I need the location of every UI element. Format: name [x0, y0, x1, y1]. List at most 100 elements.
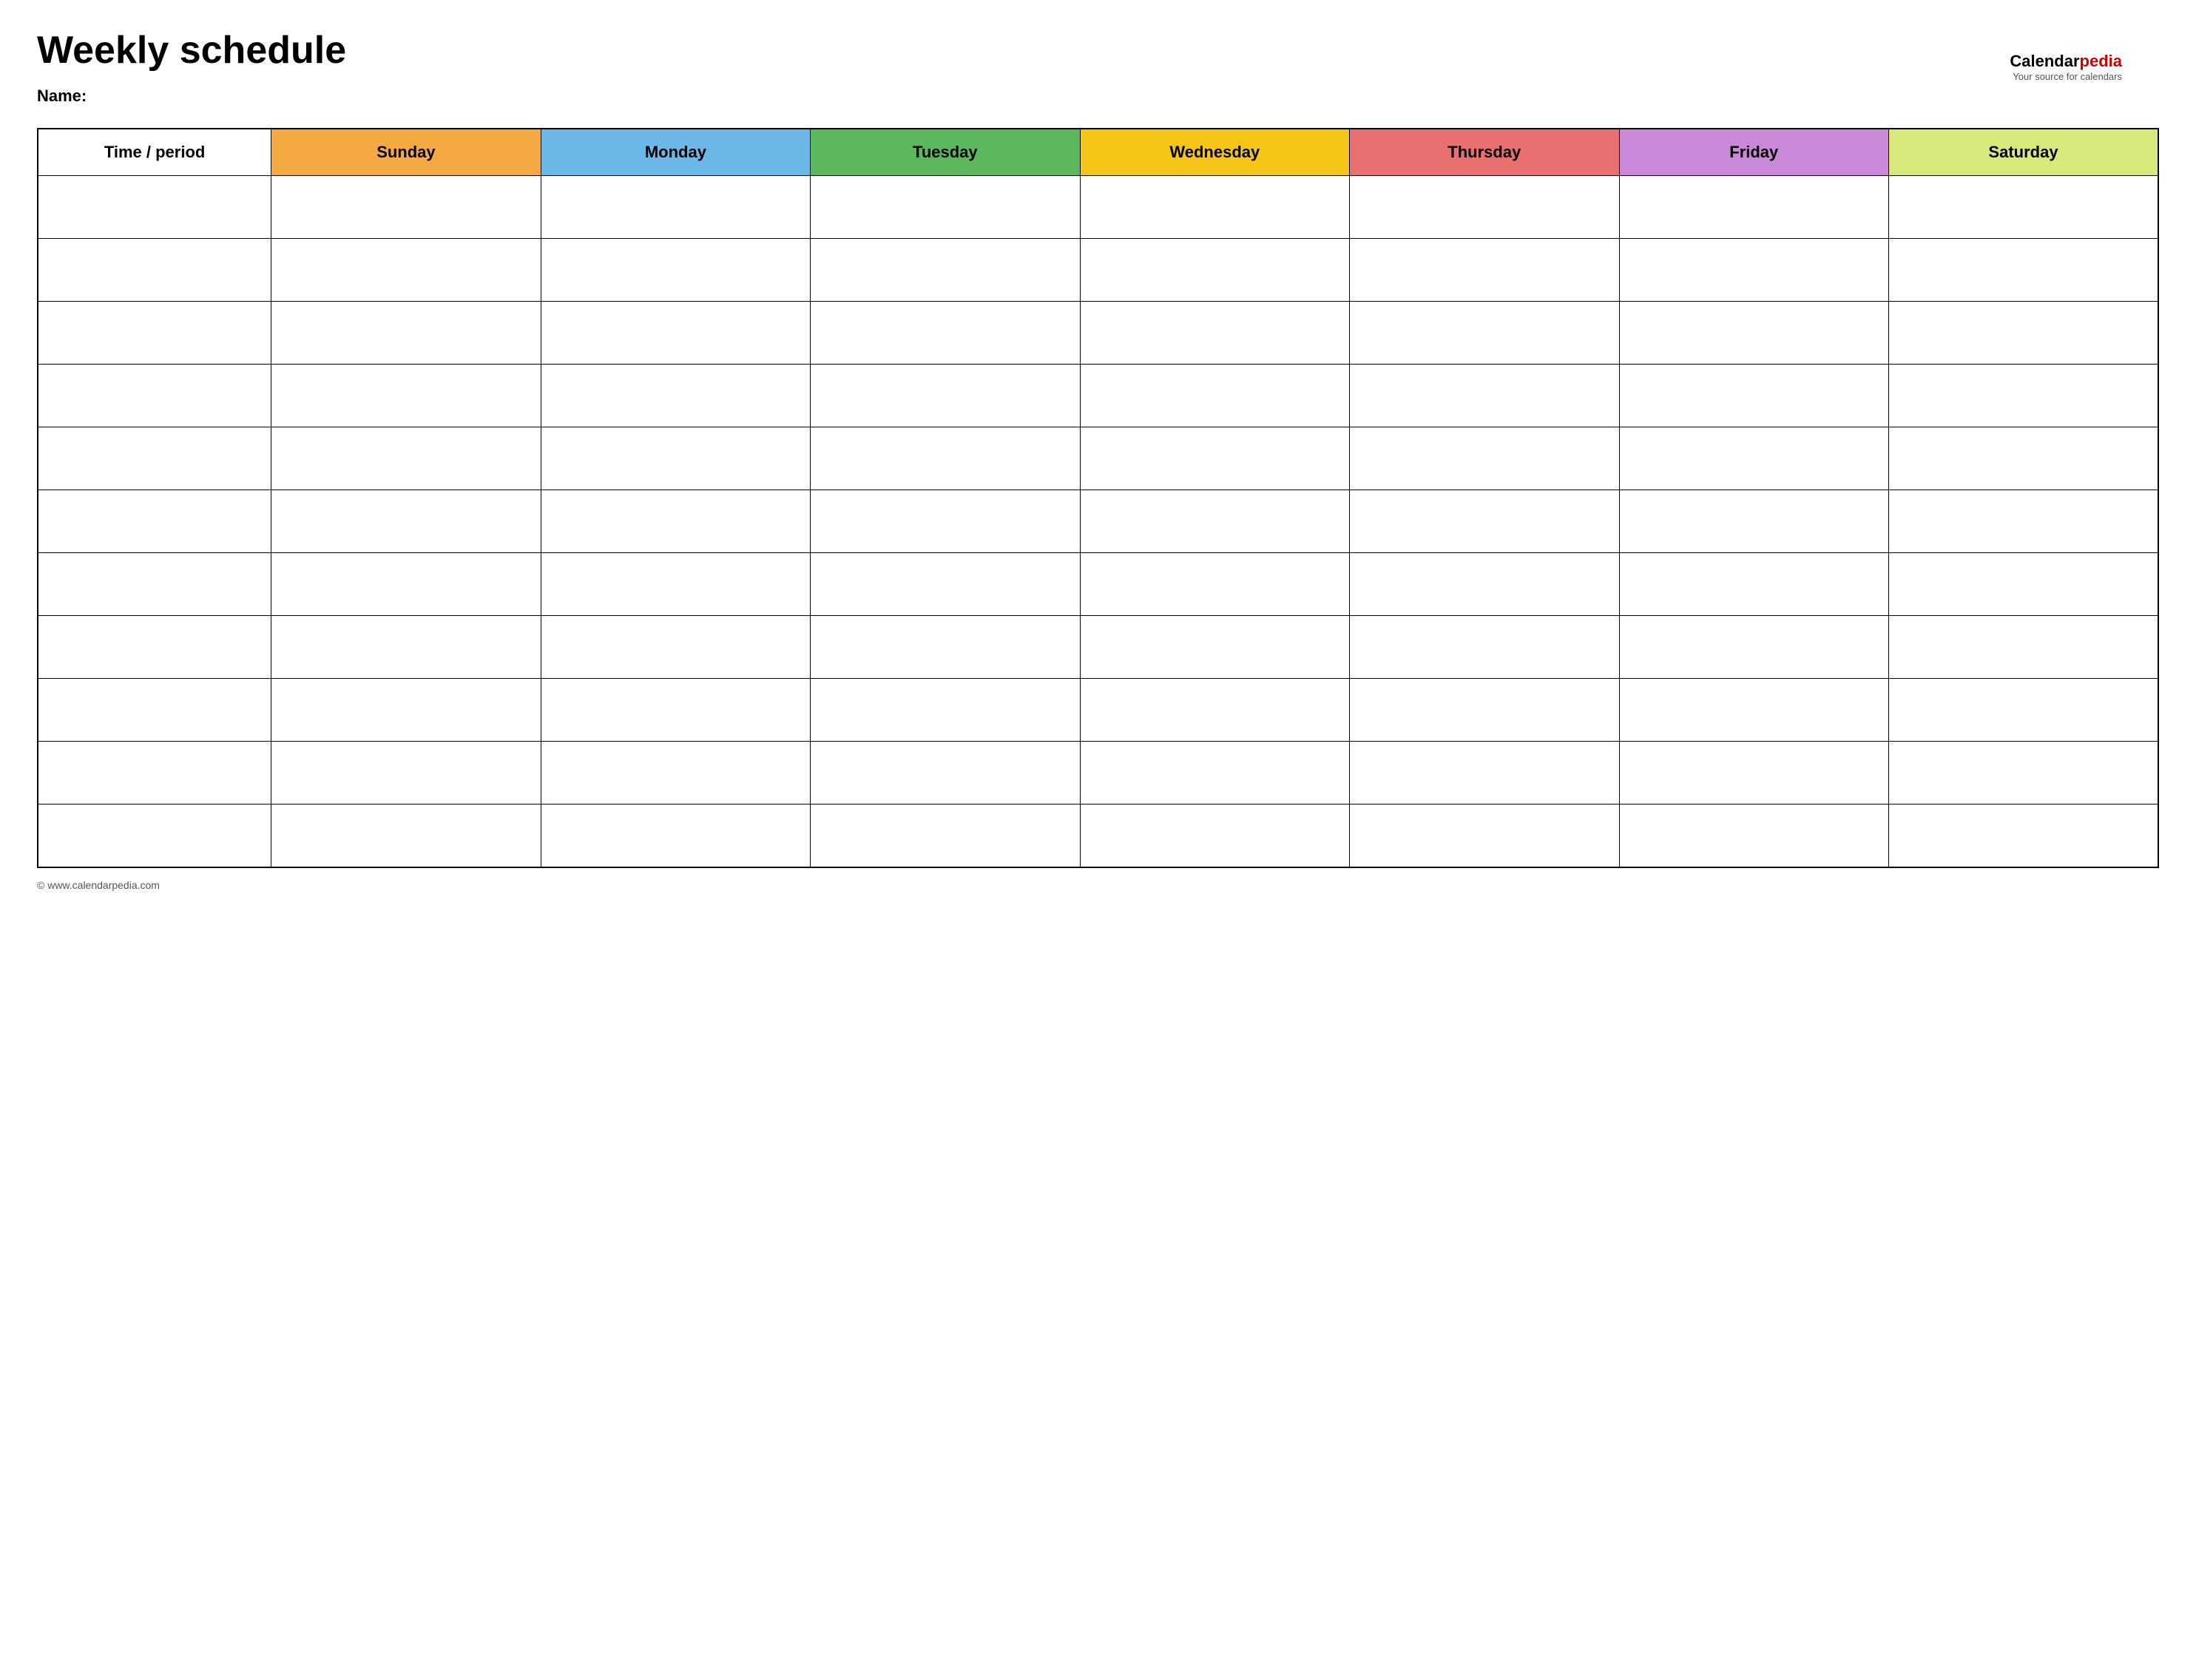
- schedule-table: Time / period Sunday Monday Tuesday Wedn…: [37, 128, 2159, 868]
- table-cell[interactable]: [1350, 302, 1619, 365]
- table-cell[interactable]: [1080, 427, 1349, 490]
- table-cell[interactable]: [1889, 553, 2159, 616]
- header-sunday: Sunday: [271, 129, 541, 176]
- page-title: Weekly schedule: [37, 30, 2159, 72]
- table-cell[interactable]: [38, 616, 271, 679]
- table-cell[interactable]: [1080, 553, 1349, 616]
- header-thursday: Thursday: [1350, 129, 1619, 176]
- table-cell[interactable]: [1889, 365, 2159, 427]
- table-cell[interactable]: [1080, 742, 1349, 805]
- table-cell[interactable]: [271, 365, 541, 427]
- table-cell[interactable]: [1350, 365, 1619, 427]
- table-cell[interactable]: [1350, 805, 1619, 867]
- table-cell[interactable]: [1619, 742, 1888, 805]
- table-cell[interactable]: [1619, 302, 1888, 365]
- table-cell[interactable]: [271, 490, 541, 553]
- table-cell[interactable]: [541, 553, 810, 616]
- table-cell[interactable]: [811, 302, 1080, 365]
- table-cell[interactable]: [1619, 805, 1888, 867]
- table-cell[interactable]: [1080, 679, 1349, 742]
- table-cell[interactable]: [541, 679, 810, 742]
- table-header-row: Time / period Sunday Monday Tuesday Wedn…: [38, 129, 2158, 176]
- table-cell[interactable]: [811, 742, 1080, 805]
- table-cell[interactable]: [541, 805, 810, 867]
- table-cell[interactable]: [38, 239, 271, 302]
- table-cell[interactable]: [38, 302, 271, 365]
- table-cell[interactable]: [811, 679, 1080, 742]
- table-cell[interactable]: [811, 490, 1080, 553]
- table-cell[interactable]: [1889, 805, 2159, 867]
- table-cell[interactable]: [1080, 302, 1349, 365]
- table-cell[interactable]: [1619, 490, 1888, 553]
- table-cell[interactable]: [38, 679, 271, 742]
- table-cell[interactable]: [811, 239, 1080, 302]
- table-cell[interactable]: [1889, 679, 2159, 742]
- table-cell[interactable]: [271, 742, 541, 805]
- table-cell[interactable]: [1080, 176, 1349, 239]
- table-cell[interactable]: [811, 553, 1080, 616]
- table-cell[interactable]: [1350, 616, 1619, 679]
- table-cell[interactable]: [1350, 553, 1619, 616]
- table-cell[interactable]: [1350, 427, 1619, 490]
- table-cell[interactable]: [541, 490, 810, 553]
- table-cell[interactable]: [1889, 616, 2159, 679]
- table-cell[interactable]: [1080, 365, 1349, 427]
- table-cell[interactable]: [38, 427, 271, 490]
- table-cell[interactable]: [1889, 742, 2159, 805]
- table-cell[interactable]: [271, 805, 541, 867]
- table-cell[interactable]: [271, 553, 541, 616]
- table-cell[interactable]: [1619, 239, 1888, 302]
- table-cell[interactable]: [541, 427, 810, 490]
- table-cell[interactable]: [271, 427, 541, 490]
- table-cell[interactable]: [541, 239, 810, 302]
- table-cell[interactable]: [271, 239, 541, 302]
- table-cell[interactable]: [1080, 490, 1349, 553]
- table-cell[interactable]: [1350, 176, 1619, 239]
- table-cell[interactable]: [271, 302, 541, 365]
- table-row: [38, 176, 2158, 239]
- table-cell[interactable]: [1350, 490, 1619, 553]
- table-cell[interactable]: [541, 176, 810, 239]
- table-cell[interactable]: [1889, 490, 2159, 553]
- table-cell[interactable]: [541, 365, 810, 427]
- table-cell[interactable]: [1619, 679, 1888, 742]
- table-cell[interactable]: [1619, 176, 1888, 239]
- table-cell[interactable]: [271, 616, 541, 679]
- table-cell[interactable]: [811, 427, 1080, 490]
- table-cell[interactable]: [1889, 239, 2159, 302]
- table-cell[interactable]: [541, 302, 810, 365]
- table-row: [38, 616, 2158, 679]
- table-cell[interactable]: [38, 176, 271, 239]
- name-label: Name:: [37, 87, 2159, 106]
- table-cell[interactable]: [1350, 742, 1619, 805]
- table-cell[interactable]: [811, 176, 1080, 239]
- table-row: [38, 427, 2158, 490]
- table-cell[interactable]: [1619, 365, 1888, 427]
- table-cell[interactable]: [1619, 616, 1888, 679]
- table-cell[interactable]: [271, 679, 541, 742]
- logo-subtitle: Your source for calendars: [2010, 71, 2122, 82]
- table-cell[interactable]: [811, 616, 1080, 679]
- table-cell[interactable]: [1080, 239, 1349, 302]
- logo-calendar-text: Calendar: [2010, 52, 2079, 70]
- table-cell[interactable]: [1350, 239, 1619, 302]
- table-cell[interactable]: [38, 805, 271, 867]
- table-cell[interactable]: [1350, 679, 1619, 742]
- table-cell[interactable]: [38, 490, 271, 553]
- table-cell[interactable]: [1080, 805, 1349, 867]
- table-cell[interactable]: [541, 742, 810, 805]
- table-cell[interactable]: [1889, 302, 2159, 365]
- table-row: [38, 805, 2158, 867]
- table-cell[interactable]: [541, 616, 810, 679]
- table-cell[interactable]: [1889, 427, 2159, 490]
- table-cell[interactable]: [38, 365, 271, 427]
- table-cell[interactable]: [271, 176, 541, 239]
- table-cell[interactable]: [38, 742, 271, 805]
- table-cell[interactable]: [811, 805, 1080, 867]
- table-cell[interactable]: [1619, 427, 1888, 490]
- table-cell[interactable]: [38, 553, 271, 616]
- table-cell[interactable]: [811, 365, 1080, 427]
- table-cell[interactable]: [1619, 553, 1888, 616]
- table-cell[interactable]: [1889, 176, 2159, 239]
- table-cell[interactable]: [1080, 616, 1349, 679]
